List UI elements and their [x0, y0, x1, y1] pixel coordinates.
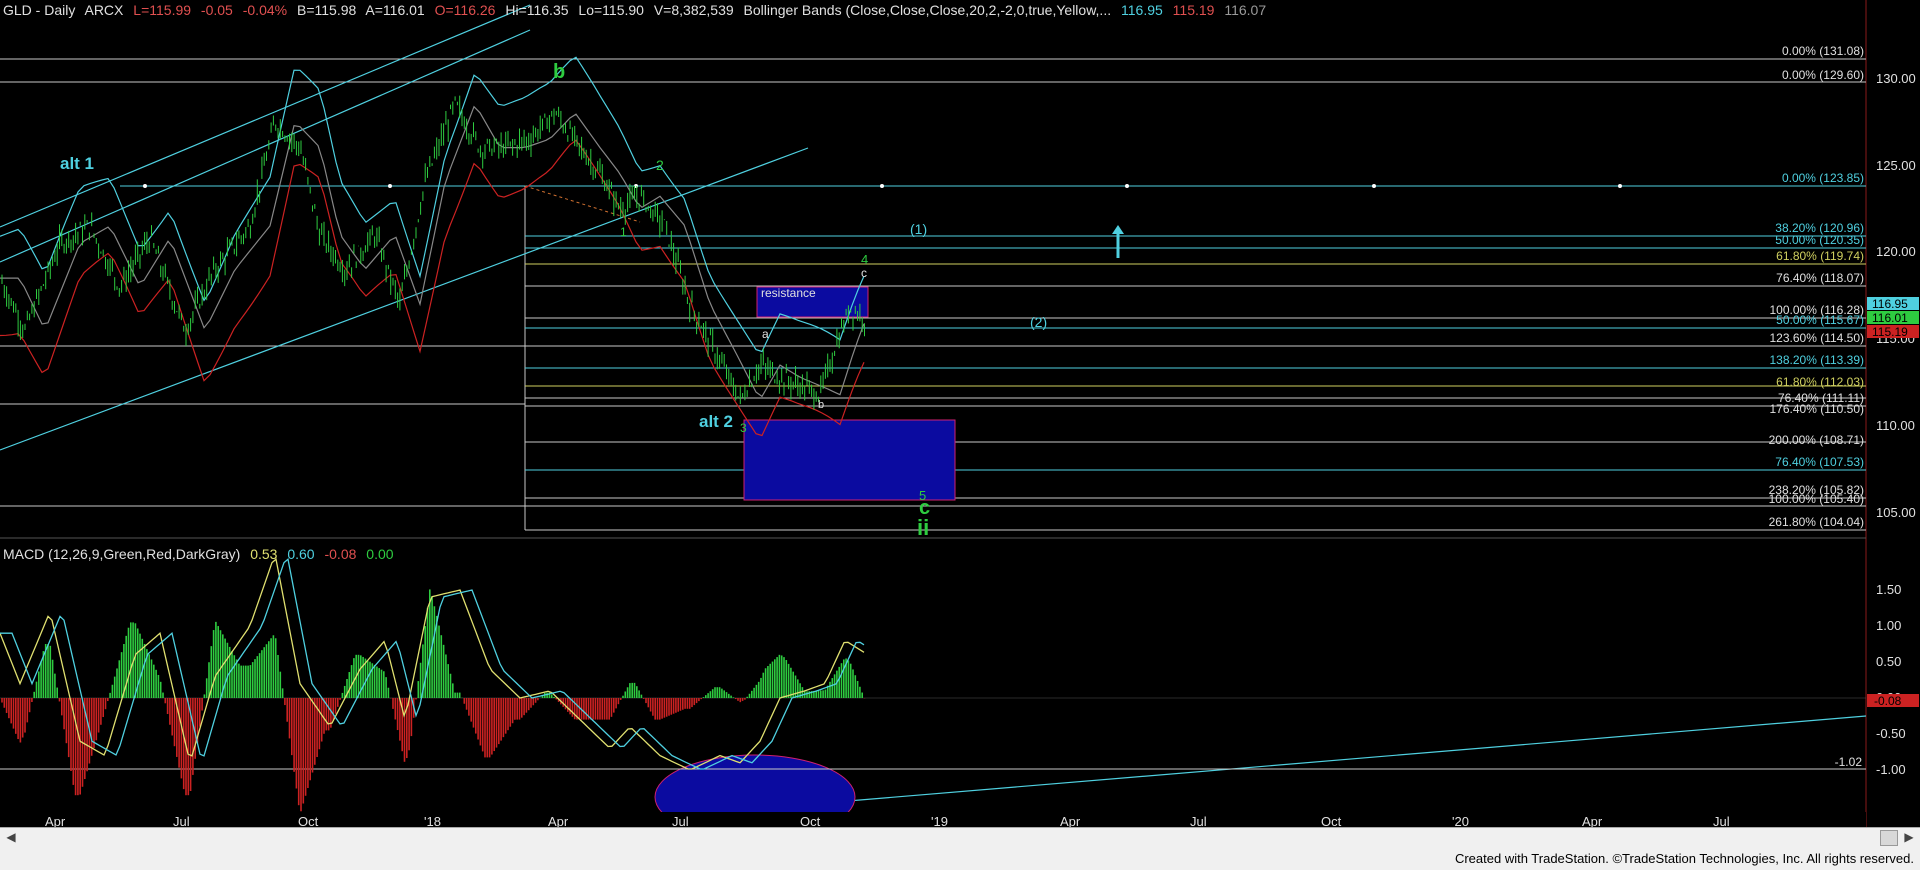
bb-lower-value: 115.19 [1172, 2, 1215, 18]
volume: V=8,382,539 [653, 2, 734, 18]
macd-tick: -1.00 [1876, 762, 1906, 777]
chart-header: GLD - Daily ARCX L=115.99 -0.05 -0.04% B… [3, 2, 1272, 18]
macd-neg-tag-text: -0.08 [1874, 694, 1902, 708]
time-tick: Apr [548, 814, 569, 827]
time-tick: '19 [931, 814, 948, 827]
fib-label: 200.00% (108.71) [1769, 433, 1864, 447]
time-tick: Apr [1582, 814, 1603, 827]
bb-mid-band [0, 105, 865, 398]
fib-label: 123.60% (114.50) [1769, 331, 1864, 345]
price-tick: 125.00 [1876, 158, 1916, 173]
bb-upper-band [0, 56, 865, 353]
time-tick: Apr [45, 814, 66, 827]
footer-credit: Created with TradeStation. ©TradeStation… [1454, 851, 1914, 866]
time-tick: Oct [1321, 814, 1342, 827]
time-tick: Jul [1713, 814, 1730, 827]
bb-upper-path [0, 56, 865, 353]
wave-paren2: (2) [1030, 314, 1047, 330]
macd-tick: 1.00 [1876, 618, 1901, 633]
wave-b-small: b [818, 399, 824, 411]
bb-upper-tag-text: 116.95 [1872, 297, 1908, 311]
macd-tick: 1.50 [1876, 582, 1901, 597]
fib-label: 100.00% (105.40) [1769, 492, 1864, 506]
macd-value-1: 0.53 [250, 546, 278, 562]
price-axis: 130.00 125.00 120.00 115.00 110.00 105.0… [1876, 71, 1916, 520]
up-arrow-icon [1112, 225, 1124, 258]
macd-low-label: -1.02 [1835, 755, 1863, 769]
price-tick: 110.00 [1876, 418, 1915, 433]
wave-2: 2 [656, 157, 664, 173]
macd-label: MACD (12,26,9,Green,Red,DarkGray) [3, 546, 241, 562]
price-tick: 105.00 [1876, 505, 1916, 520]
macd-value-4: 0.00 [366, 546, 394, 562]
macd-header: MACD (12,26,9,Green,Red,DarkGray) 0.53 0… [3, 546, 400, 562]
wave-c-small: c [861, 266, 867, 280]
change: -0.05 [200, 2, 233, 18]
fib-label: 261.80% (104.04) [1769, 515, 1864, 529]
fib-label: 138.20% (113.39) [1769, 353, 1864, 367]
scroll-thumb[interactable] [1880, 830, 1898, 846]
fib-lines-left [0, 345, 525, 507]
bb-mid-path [0, 105, 865, 398]
wave-a-small: a [762, 327, 769, 341]
macd-tick: 0.50 [1876, 654, 1901, 669]
last-price-tag-text: 116.01 [1872, 311, 1908, 325]
wave-4: 4 [861, 252, 868, 267]
macd-axis: 1.50 1.00 0.50 0.00 -0.50 -1.00 [1876, 582, 1906, 777]
indicator-label: Bollinger Bands (Close,Close,Close,20,2,… [743, 2, 1112, 18]
resistance-label: resistance [761, 286, 816, 300]
horizontal-scrollbar[interactable]: ◀ ▶ [0, 827, 1920, 848]
open: O=116.26 [434, 2, 496, 18]
wave-alt1: alt 1 [60, 154, 94, 173]
time-tick: '20 [1452, 814, 1469, 827]
price-tick: 120.00 [1876, 244, 1916, 259]
ask: A=116.01 [365, 2, 425, 18]
time-tick: Oct [298, 814, 319, 827]
symbol-label: GLD - Daily [3, 2, 76, 18]
time-tick: Oct [800, 814, 821, 827]
wave-alt2: alt 2 [699, 412, 733, 431]
fib-label: 0.00% (131.08) [1782, 44, 1864, 58]
bb-mid-value: 116.07 [1224, 2, 1267, 18]
fib-label: 0.00% (123.85) [1782, 171, 1864, 185]
low: Lo=115.90 [578, 2, 644, 18]
high: Hi=116.35 [505, 2, 569, 18]
wave-1: 1 [620, 225, 627, 239]
time-tick: '18 [424, 814, 441, 827]
bb-upper-value: 116.95 [1121, 2, 1163, 18]
macd-tick: -0.50 [1876, 726, 1906, 741]
chart-canvas[interactable]: 130.00 125.00 120.00 115.00 110.00 105.0… [0, 0, 1920, 827]
fib-label: 61.80% (112.03) [1776, 375, 1864, 389]
fib-label: 61.80% (119.74) [1776, 249, 1864, 263]
change-pct: -0.04% [242, 2, 288, 18]
footer: Created with TradeStation. ©TradeStation… [0, 848, 1920, 870]
macd-value-3: -0.08 [324, 546, 357, 562]
exchange-label: ARCX [84, 2, 124, 18]
fib-label: 50.00% (115.67) [1776, 313, 1864, 327]
time-tick: Jul [173, 814, 190, 827]
time-tick: Apr [1060, 814, 1081, 827]
bb-lower-tag-text: 115.19 [1872, 325, 1908, 339]
price-bars [1, 95, 865, 410]
fib-label: 76.40% (118.07) [1776, 271, 1864, 285]
wave-b: b [553, 61, 565, 83]
bid: B=115.98 [296, 2, 357, 18]
macd-value-2: 0.60 [287, 546, 315, 562]
scroll-right-icon[interactable]: ▶ [1902, 830, 1916, 844]
time-tick: Jul [672, 814, 689, 827]
fib-label: 0.00% (129.60) [1782, 68, 1864, 82]
last-price: L=115.99 [133, 2, 192, 18]
wave-3: 3 [740, 421, 747, 435]
fib-label: 76.40% (107.53) [1775, 455, 1864, 469]
fib-label: 176.40% (110.50) [1769, 402, 1864, 416]
fib-label: 50.00% (120.35) [1775, 233, 1864, 247]
wave-ii: ii [917, 515, 929, 540]
time-tick: Jul [1190, 814, 1207, 827]
price-tick: 130.00 [1876, 71, 1916, 86]
scroll-left-icon[interactable]: ◀ [4, 830, 18, 844]
fib-lines-ladder [524, 186, 1866, 531]
wave-paren1: (1) [910, 221, 927, 237]
